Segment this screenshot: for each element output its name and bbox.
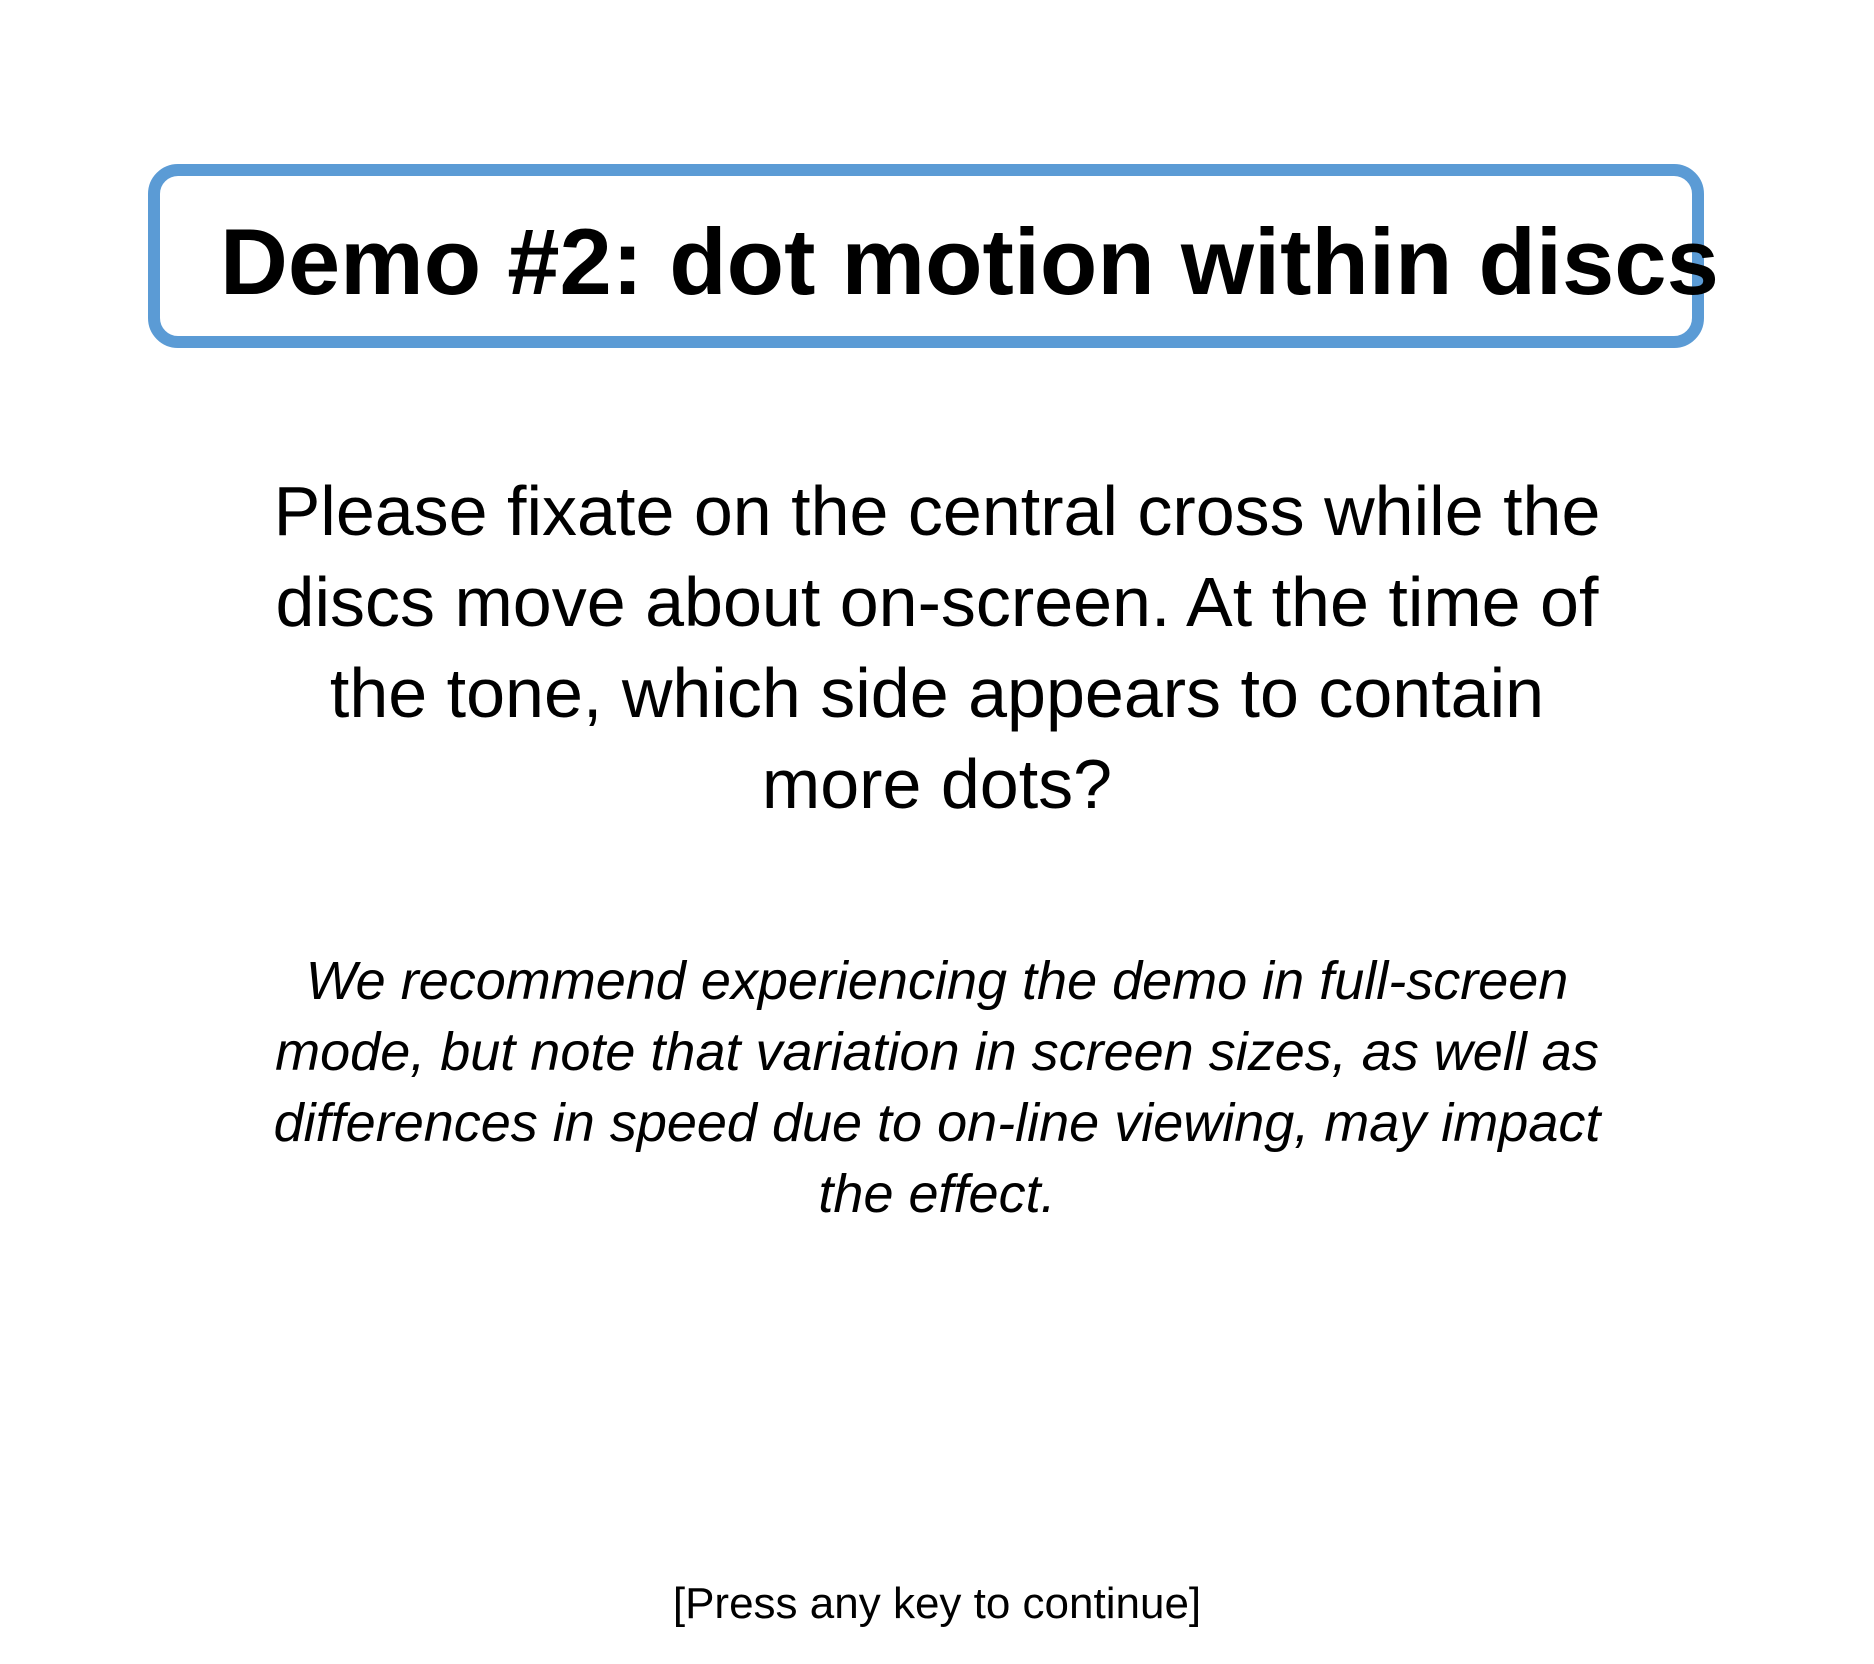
page-title: Demo #2: dot motion within discs xyxy=(220,209,1719,314)
continue-prompt: [Press any key to continue] xyxy=(672,1579,1202,1628)
instructions-text: Please fixate on the central cross while… xyxy=(200,466,1674,830)
recommendation-line: the effect. xyxy=(818,1164,1056,1224)
recommendation-note: We recommend experiencing the demo in fu… xyxy=(180,946,1694,1230)
recommendation-line: mode, but note that variation in screen … xyxy=(275,1022,1599,1082)
instructions-line: the tone, which side appears to contain xyxy=(329,654,1545,732)
instructions-line: discs move about on-screen. At the time … xyxy=(275,563,1599,641)
recommendation-line: differences in speed due to on-line view… xyxy=(273,1093,1601,1153)
recommendation-line: We recommend experiencing the demo in fu… xyxy=(305,951,1569,1011)
instructions-line: Please fixate on the central cross while… xyxy=(273,472,1601,550)
instructions-line: more dots? xyxy=(761,745,1113,823)
title-box: Demo #2: dot motion within discs xyxy=(148,164,1719,348)
